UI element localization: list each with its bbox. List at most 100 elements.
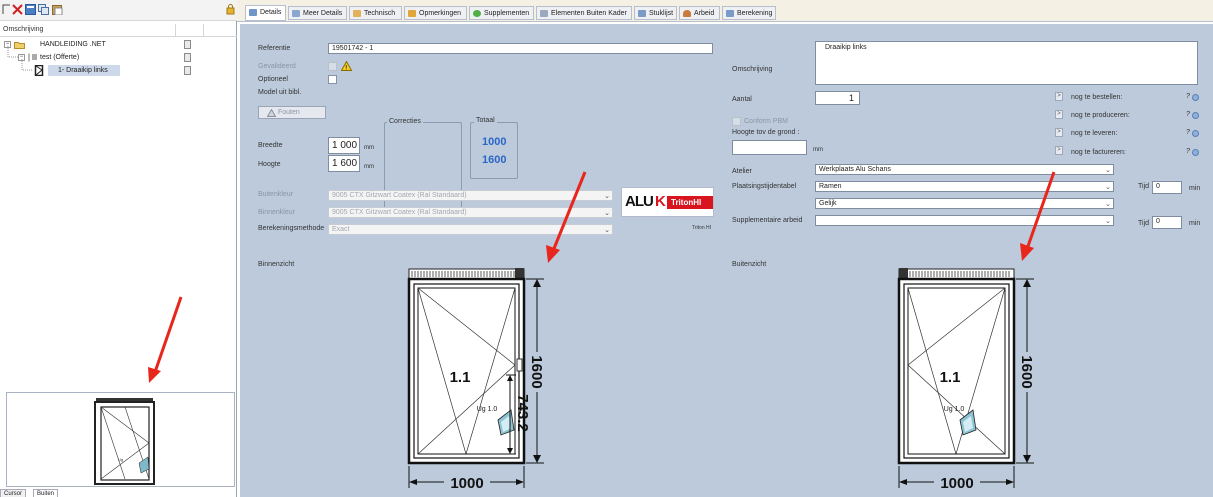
plaatsingstijdentabel-label: Plaatsingstijdentabel	[732, 183, 797, 190]
tab-label: Opmerkingen	[419, 10, 462, 17]
fouten-button[interactable]: Fouten	[258, 106, 326, 119]
info-icon[interactable]	[1192, 94, 1199, 101]
width-dimension: 1000	[450, 475, 483, 492]
binnenkleur-label: Binnenkleur	[258, 209, 295, 216]
annotation-arrow	[1020, 171, 1056, 261]
tab-cursor[interactable]: Cursor	[0, 489, 27, 497]
logo-caption: Triton HI	[692, 225, 711, 231]
expand-button[interactable]: >	[1055, 110, 1063, 119]
aluk-logo: ALU K TritonHI	[621, 187, 714, 217]
info-icon[interactable]	[1192, 149, 1199, 156]
status-label: nog te produceren:	[1071, 112, 1130, 119]
tab-details[interactable]: Details	[245, 5, 286, 21]
expand-button[interactable]: >	[1055, 92, 1063, 101]
worker-icon	[683, 10, 691, 17]
totaal-hoogte: 1600	[482, 154, 507, 166]
tab-label: Details	[260, 9, 282, 16]
tab-buiten[interactable]: Buiten	[33, 489, 59, 497]
omschrijving-label: Omschrijving	[732, 66, 773, 73]
sash-label: 1.1	[450, 369, 471, 386]
hoogte-input[interactable]: 1 600	[328, 155, 360, 172]
pencil-icon	[353, 10, 361, 17]
plus-icon	[473, 10, 481, 17]
referentie-label: Referentie	[258, 45, 291, 52]
chevron-down-icon: ⌄	[604, 210, 610, 217]
tab-arbeid[interactable]: Arbeid	[679, 6, 720, 20]
expand-button[interactable]: >	[1055, 146, 1063, 155]
hoogte-grond-label: Hoogte tov de grond :	[732, 129, 800, 136]
breedte-label: Breedte	[258, 142, 283, 149]
referentie-input[interactable]: 19501742 - 1	[328, 43, 713, 54]
info-icon[interactable]	[1192, 112, 1199, 119]
list-icon	[638, 10, 646, 17]
tab-label: Supplementen	[484, 10, 530, 17]
aantal-input[interactable]: 1	[815, 91, 860, 105]
breedte-input[interactable]: 1 000	[328, 137, 360, 154]
annotation-arrow	[546, 171, 587, 263]
hoogte-unit: mm	[364, 164, 374, 170]
omschrijving-input[interactable]: Draaikip links	[815, 41, 1198, 85]
chevron-down-icon: ⌄	[604, 227, 610, 234]
info-icon[interactable]	[1192, 130, 1199, 137]
optioneel-checkbox[interactable]	[328, 75, 337, 84]
atelier-select[interactable]: Werkplaats Alu Schans ⌄	[815, 164, 1114, 175]
gelijk-select[interactable]: Gelijk ⌄	[815, 198, 1114, 209]
min-label: min	[1189, 220, 1201, 227]
supplementaire-arbeid-select[interactable]: ⌄	[815, 215, 1114, 226]
buitenzicht-label: Buitenzicht	[732, 261, 767, 268]
tab-supplementen[interactable]: Supplementen	[469, 6, 534, 20]
optioneel-label: Optioneel	[258, 76, 288, 83]
window-thumbnail: Ug	[94, 398, 155, 485]
binnenzicht-label: Binnenzicht	[258, 261, 295, 268]
tijd-label: Tijd	[1138, 183, 1150, 190]
select-value: Exact	[332, 226, 350, 233]
buitenkleur-label: Buitenkleur	[258, 191, 294, 198]
tab-label: Berekening	[737, 10, 773, 17]
tab-technisch[interactable]: Technisch	[349, 6, 402, 20]
status-value: ?	[1186, 148, 1190, 155]
status-label: nog te factureren:	[1071, 149, 1126, 156]
details-panel: Referentie 19501742 - 1 Gevalideerd ! Op…	[240, 24, 1213, 497]
correcties-label: Correcties	[387, 117, 423, 127]
totaal-box	[470, 122, 518, 179]
height-dimension: 1600	[528, 355, 545, 388]
sash-label: 1.1	[940, 369, 961, 386]
handle-height-dimension: 743.2	[514, 394, 531, 432]
pencil-icon	[540, 10, 548, 17]
expand-button[interactable]: >	[1055, 128, 1063, 137]
tab-meer-details[interactable]: Meer Details	[288, 6, 347, 20]
plaatsingstijdentabel-select[interactable]: Ramen ⌄	[815, 181, 1114, 192]
tab-berekening[interactable]: Berekening	[722, 6, 776, 20]
fouten-label: Fouten	[278, 109, 300, 116]
calculator-icon	[726, 10, 734, 17]
gevalideerd-checkbox[interactable]	[328, 62, 337, 71]
hoogte-grond-input[interactable]	[732, 140, 807, 155]
tab-elementen-buiten-kader[interactable]: Elementen Buiten Kader	[536, 6, 632, 20]
logo-tritonhi: TritonHI	[667, 196, 713, 209]
breedte-unit: mm	[364, 145, 374, 151]
omschrijving-value: Draaikip links	[825, 44, 867, 51]
conform-pbm-label: Conform PBM	[744, 118, 788, 125]
aantal-label: Aantal	[732, 96, 752, 103]
totaal-breedte: 1000	[482, 136, 507, 148]
min-label: min	[1189, 185, 1201, 192]
chevron-down-icon: ⌄	[1105, 167, 1111, 174]
tijd-input[interactable]: 0	[1152, 181, 1182, 194]
conform-pbm-checkbox[interactable]	[732, 117, 741, 126]
logo-k: K	[655, 193, 666, 210]
tijd-input[interactable]: 0	[1152, 216, 1182, 229]
tab-bar: Details Meer Details Technisch Opmerking…	[237, 0, 1213, 22]
hoogte-label: Hoogte	[258, 161, 281, 168]
select-value: 9005 CTX Gitzwart Coatex (Ral Standaard)	[332, 209, 467, 216]
status-value: ?	[1186, 111, 1190, 118]
chevron-down-icon: ⌄	[1105, 201, 1111, 208]
height-dimension: 1600	[1018, 355, 1035, 388]
select-value: Gelijk	[819, 200, 837, 207]
tab-opmerkingen[interactable]: Opmerkingen	[404, 6, 467, 20]
model-uit-bibl-label: Model uit bibl.	[258, 89, 302, 96]
tab-stuklijst[interactable]: Stuklijst	[634, 6, 677, 20]
warning-icon	[266, 108, 277, 119]
tijd-label: Tijd	[1138, 220, 1150, 227]
status-value: ?	[1186, 93, 1190, 100]
chevron-down-icon: ⌄	[1105, 184, 1111, 191]
